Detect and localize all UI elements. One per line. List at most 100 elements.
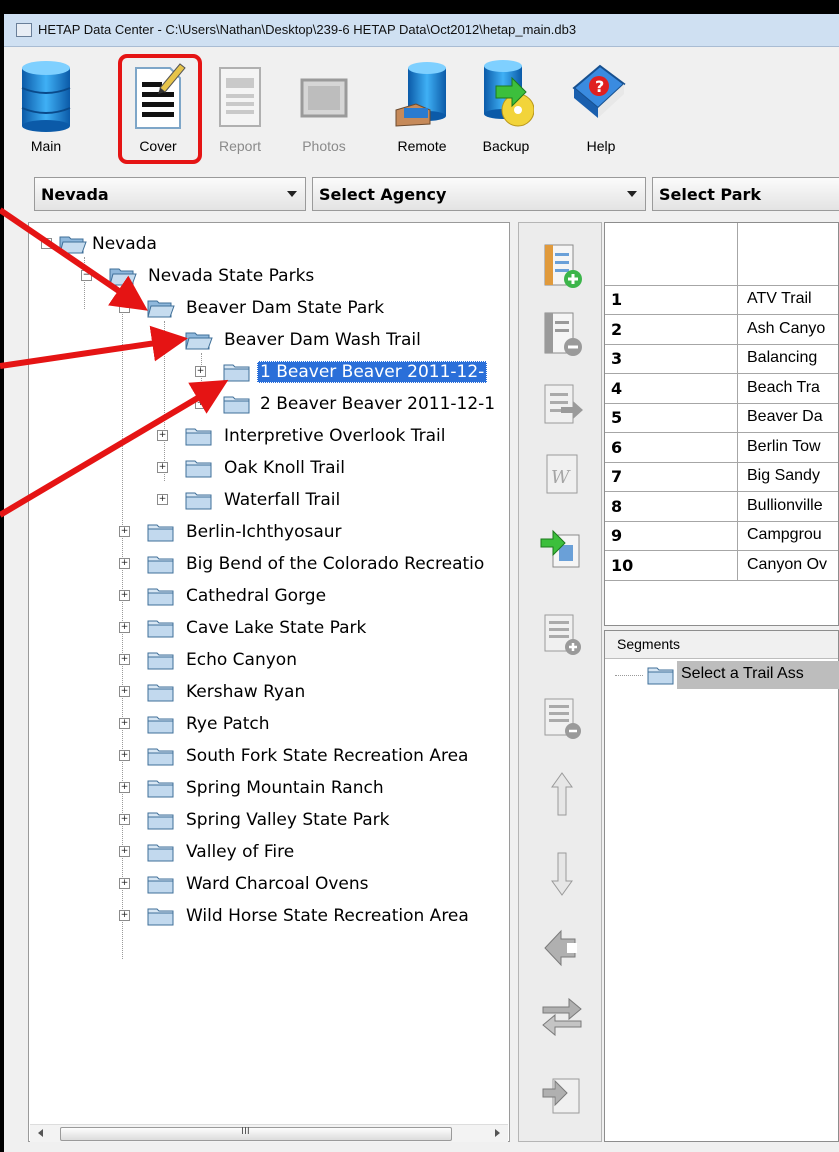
table-row[interactable]: 1 ATV Trail: [605, 285, 838, 315]
tree-node-nevada-state-parks[interactable]: − Nevada State Parks: [29, 261, 499, 291]
backup-icon: [484, 60, 534, 127]
expand-icon[interactable]: +: [119, 782, 130, 793]
move-up-icon[interactable]: [539, 769, 585, 819]
row-number-cell: 1: [605, 285, 738, 314]
tree-node-park[interactable]: + Rye Patch: [29, 709, 499, 739]
state-select[interactable]: Nevada: [34, 177, 306, 211]
tree-horizontal-scrollbar[interactable]: III: [30, 1124, 508, 1142]
add-segment-icon[interactable]: [539, 609, 585, 659]
expand-icon[interactable]: +: [195, 398, 206, 409]
table-row[interactable]: 8 Bullionville: [605, 491, 838, 522]
swap-icon[interactable]: [539, 989, 585, 1039]
row-number: 7: [611, 467, 623, 486]
expand-icon[interactable]: +: [119, 622, 130, 633]
tree-node-trail[interactable]: + Interpretive Overlook Trail: [29, 421, 499, 451]
table-row[interactable]: 3 Balancing: [605, 344, 838, 374]
row-number: 1: [611, 290, 623, 309]
scrollbar-thumb[interactable]: III: [60, 1126, 452, 1141]
park-select[interactable]: Select Park: [652, 177, 839, 211]
backup-label: Backup: [482, 138, 530, 154]
expand-icon[interactable]: +: [157, 430, 168, 441]
expand-icon[interactable]: +: [119, 878, 130, 889]
expand-icon[interactable]: +: [119, 590, 130, 601]
main-button[interactable]: Main: [10, 52, 82, 164]
park-tree[interactable]: − Nevada − Nevada State Parks − Beaver D…: [28, 222, 510, 1142]
trail-name-cell: Canyon Ov: [747, 555, 828, 573]
tree-node-trail[interactable]: + Waterfall Trail: [29, 485, 499, 515]
table-row[interactable]: 2 Ash Canyo: [605, 314, 838, 345]
expand-icon[interactable]: +: [119, 558, 130, 569]
remove-trail-icon[interactable]: [539, 309, 585, 359]
photos-button[interactable]: Photos: [288, 52, 360, 164]
trail-name-cell: Campgrou: [747, 526, 822, 543]
tree-node-park[interactable]: + Cave Lake State Park: [29, 613, 499, 643]
move-down-icon[interactable]: [539, 849, 585, 899]
expand-icon[interactable]: +: [119, 526, 130, 537]
tree-node-park[interactable]: + Ward Charcoal Ovens: [29, 869, 499, 899]
expand-icon[interactable]: +: [119, 718, 130, 729]
tree-node-park[interactable]: + Valley of Fire: [29, 837, 499, 867]
expand-icon[interactable]: +: [119, 686, 130, 697]
trail-name-cell: Beach Tra: [747, 378, 820, 396]
scroll-right-arrow-icon[interactable]: [495, 1129, 500, 1137]
tree-node-park[interactable]: + Berlin-Ichthyosaur: [29, 517, 499, 547]
tree-node-park[interactable]: + South Fork State Recreation Area: [29, 741, 499, 771]
tree-node-park[interactable]: + Spring Valley State Park: [29, 805, 499, 835]
tree-node-park[interactable]: + Kershaw Ryan: [29, 677, 499, 707]
report-icon: [219, 67, 261, 127]
agency-select[interactable]: Select Agency: [312, 177, 646, 211]
trail-table[interactable]: 1 ATV Trail 2 Ash Canyo 3 Balancing 4 Beach Tra…: [604, 222, 839, 626]
expand-icon[interactable]: +: [119, 750, 130, 761]
expand-icon[interactable]: +: [119, 846, 130, 857]
row-number-cell: 2: [605, 314, 738, 344]
remove-segment-icon[interactable]: [539, 693, 585, 743]
table-row[interactable]: 4 Beach Tra: [605, 373, 838, 404]
tree-node-park[interactable]: − Beaver Dam State Park: [29, 293, 499, 323]
import-segment-icon[interactable]: [539, 1069, 585, 1119]
tree-node-trail[interactable]: + Oak Knoll Trail: [29, 453, 499, 483]
report-button[interactable]: Report: [204, 52, 276, 164]
expand-icon[interactable]: +: [119, 910, 130, 921]
tree-node-assessment-1[interactable]: + 1 Beaver Beaver 2011-12-: [29, 357, 499, 387]
folder-icon: [223, 364, 250, 382]
folder-icon: [147, 812, 174, 830]
tree-node-assessment-2[interactable]: + 2 Beaver Beaver 2011-12-1: [29, 389, 499, 419]
table-row[interactable]: 7 Big Sandy: [605, 462, 838, 492]
table-row[interactable]: 5 Beaver Da: [605, 403, 838, 433]
expand-icon[interactable]: +: [157, 462, 168, 473]
collapse-icon[interactable]: −: [81, 270, 92, 281]
merge-icon[interactable]: [539, 923, 585, 973]
table-row[interactable]: 10 Canyon Ov: [605, 550, 838, 581]
tree-node-park[interactable]: + Big Bend of the Colorado Recreatio: [29, 549, 499, 579]
add-trail-icon[interactable]: [539, 241, 585, 291]
expand-icon[interactable]: +: [157, 494, 168, 505]
tree-node-park[interactable]: + Cathedral Gorge: [29, 581, 499, 611]
expand-icon[interactable]: +: [119, 654, 130, 665]
collapse-icon[interactable]: −: [119, 302, 130, 313]
scroll-left-arrow-icon[interactable]: [38, 1129, 43, 1137]
folder-icon: [185, 428, 212, 446]
tree-node-trail[interactable]: − Beaver Dam Wash Trail: [29, 325, 499, 355]
segments-placeholder-item[interactable]: Select a Trail Ass: [615, 660, 839, 690]
backup-button[interactable]: Backup: [470, 52, 542, 164]
help-button[interactable]: ? Help: [572, 52, 626, 164]
row-number-cell: 10: [605, 550, 738, 580]
tree-node-park[interactable]: + Wild Horse State Recreation Area: [29, 901, 499, 931]
row-number: 5: [611, 408, 623, 427]
expand-icon[interactable]: +: [119, 814, 130, 825]
tree-node-park[interactable]: + Echo Canyon: [29, 645, 499, 675]
collapse-icon[interactable]: −: [41, 238, 52, 249]
table-row[interactable]: 6 Berlin Tow: [605, 432, 838, 463]
import-trail-icon[interactable]: [539, 523, 585, 573]
row-number: 2: [611, 319, 623, 339]
tree-node-park[interactable]: + Spring Mountain Ranch: [29, 773, 499, 803]
segments-panel[interactable]: Segments Select a Trail Ass: [604, 630, 839, 1142]
table-row[interactable]: 9 Campgrou: [605, 521, 838, 551]
tree-node-nevada[interactable]: − Nevada: [29, 229, 499, 259]
expand-icon[interactable]: +: [195, 366, 206, 377]
word-document-icon[interactable]: W: [539, 449, 585, 499]
remote-button[interactable]: Remote: [386, 52, 458, 164]
tree-label: Nevada State Parks: [148, 266, 315, 286]
collapse-icon[interactable]: −: [159, 334, 170, 345]
export-trail-icon[interactable]: [539, 379, 585, 429]
